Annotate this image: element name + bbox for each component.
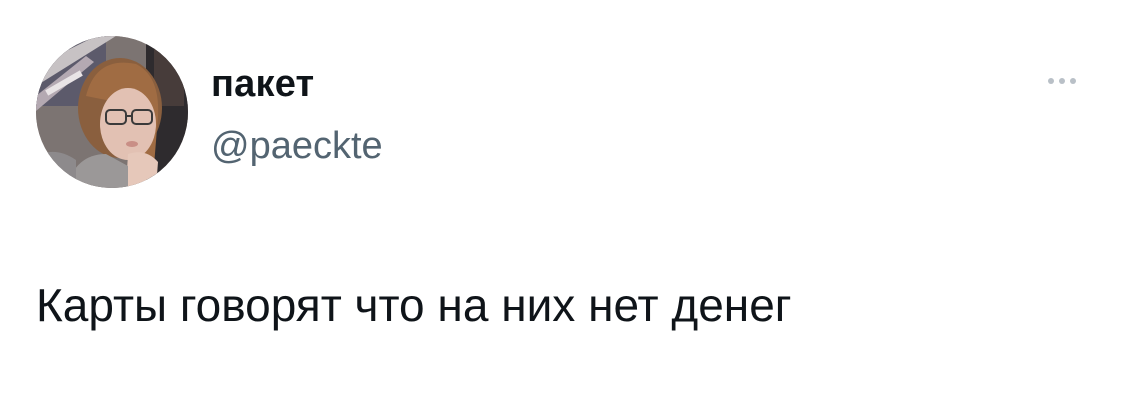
more-options-button[interactable] xyxy=(1038,66,1086,96)
tweet-card: пакет @paeckte Карты говорят что на них … xyxy=(0,0,1125,402)
author-display-name[interactable]: пакет xyxy=(211,62,314,106)
author-handle[interactable]: @paeckte xyxy=(211,124,383,168)
avatar-photo xyxy=(36,36,188,188)
tweet-text: Карты говорят что на них нет денег xyxy=(36,279,792,331)
more-horizontal-icon xyxy=(1047,77,1077,85)
author-avatar[interactable] xyxy=(36,36,188,188)
